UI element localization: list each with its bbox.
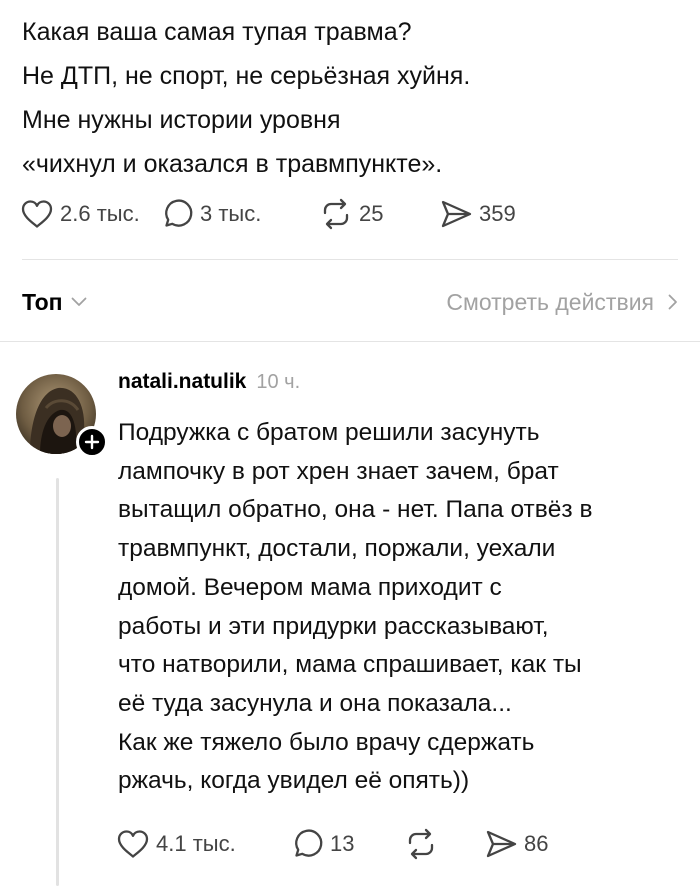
comment-text-line: ржачь, когда увидел её опять)): [118, 767, 470, 795]
follow-button[interactable]: [76, 426, 108, 458]
comment-reply-button[interactable]: 13: [292, 828, 404, 860]
post-text-line: Не ДТП, не спорт, не серьёзная хуйня.: [22, 62, 471, 90]
post-text: Какая ваша самая тупая травма? Не ДТП, н…: [22, 10, 682, 186]
comment-reply-count: 13: [330, 831, 355, 856]
thread-line: [56, 478, 59, 886]
chevron-right-icon: [668, 294, 677, 310]
post-text-line: «чихнул и оказался в травмпункте».: [22, 150, 443, 178]
send-icon: [441, 200, 472, 228]
post-like-button[interactable]: 2.6 тыс.: [20, 199, 162, 229]
comment-text-line: работы и эти придурки рассказывают,: [118, 612, 549, 640]
comment-text-line: лампочку в рот хрен знает зачем, брат: [118, 457, 559, 485]
comment-share-count: 86: [524, 831, 549, 856]
avatar-container: [16, 374, 108, 458]
post-action-bar: 2.6 тыс. 3 тыс. 25 359: [20, 198, 516, 230]
post-repost-button[interactable]: 25: [319, 198, 439, 230]
send-icon: [486, 830, 517, 858]
plus-icon: [84, 434, 100, 450]
comment-like-count: 4.1 тыс.: [156, 831, 236, 856]
repost-icon: [323, 198, 349, 230]
section-divider: [0, 341, 700, 342]
post-like-count: 2.6 тыс.: [60, 201, 140, 226]
heart-icon: [117, 830, 149, 858]
comment-text-line: Как же тяжело было врачу сдержать: [118, 728, 535, 756]
comment-share-button[interactable]: 86: [484, 829, 548, 859]
replies-sort-row: Топ Смотреть действия: [22, 282, 678, 322]
sort-dropdown[interactable]: Топ: [22, 289, 87, 316]
comment-text: Подружка с братом решили засунуть лампоч…: [118, 414, 688, 801]
comment-text-line: что натворили, мама спрашивает, как ты: [118, 651, 582, 679]
comment-like-button[interactable]: 4.1 тыс.: [116, 829, 292, 859]
comment-text-line: травмпункт, достали, поржали, уехали: [118, 535, 556, 563]
comment-text-line: Подружка с братом решили засунуть: [118, 419, 540, 446]
post-share-count: 359: [479, 201, 516, 226]
comment-username[interactable]: natali.natulik: [118, 370, 246, 394]
post-reply-count: 3 тыс.: [200, 201, 262, 226]
heart-icon: [21, 200, 53, 228]
view-activity-link[interactable]: Смотреть действия: [446, 289, 678, 316]
post-share-button[interactable]: 359: [439, 199, 516, 229]
comment-header: natali.natulik 10 ч.: [118, 370, 300, 394]
comment-action-bar: 4.1 тыс. 13 86: [116, 828, 548, 860]
comment-timestamp: 10 ч.: [256, 371, 301, 393]
post-reply-button[interactable]: 3 тыс.: [162, 198, 319, 230]
sort-label: Топ: [22, 288, 63, 315]
chevron-down-icon: [71, 297, 86, 306]
comment-text-line: домой. Вечером мама приходит с: [118, 573, 502, 601]
repost-icon: [408, 828, 434, 860]
speech-bubble-icon: [165, 199, 193, 227]
post-text-line: Мне нужны истории уровня: [22, 106, 341, 134]
comment-text-line: её туда засунула и она показала...: [118, 689, 512, 717]
view-activity-label: Смотреть действия: [446, 288, 654, 315]
speech-bubble-icon: [295, 829, 323, 857]
section-divider: [22, 259, 678, 260]
comment-text-line: вытащил обратно, она - нет. Папа отвёз в: [118, 496, 593, 524]
post-repost-count: 25: [359, 201, 384, 226]
post-text-line: Какая ваша самая тупая травма?: [22, 18, 412, 46]
comment-repost-button[interactable]: [404, 828, 484, 860]
